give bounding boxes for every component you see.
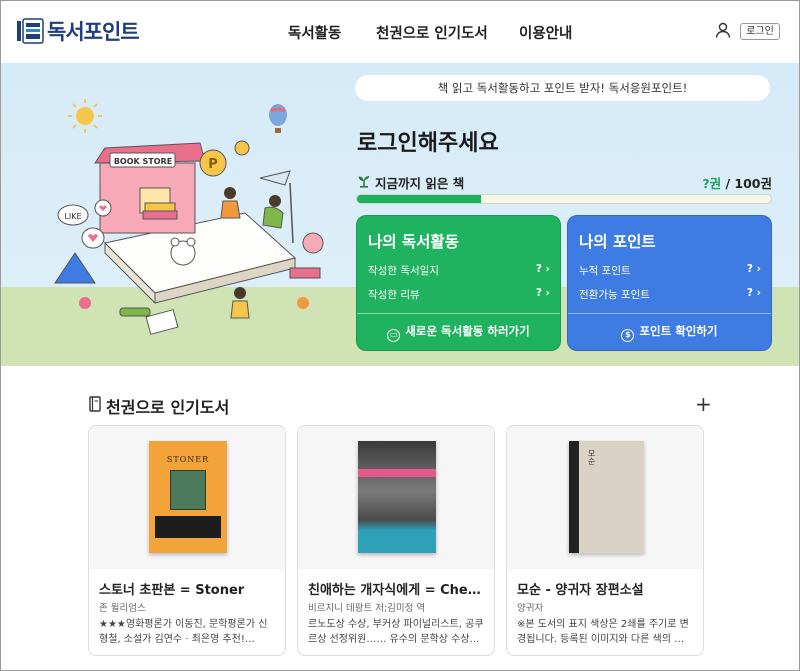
check-points-label: 포인트 확인하기 xyxy=(639,324,718,338)
book-title: 친애하는 개자식에게 = Che… xyxy=(308,583,481,598)
book-description: 르노도상 수상, 부커상 파이널리스트, 공쿠르상 선정위원…… 유수의 문학상… xyxy=(308,619,484,645)
book-open-icon: ▭ xyxy=(387,329,401,342)
login-button[interactable]: 로그인 xyxy=(740,23,780,40)
books-read-row: 지금까지 읽은 책 ?권 / 100권 xyxy=(357,173,772,191)
cover-spine xyxy=(569,441,579,553)
points-accumulated-label: 누적 포인트 xyxy=(579,265,631,277)
chevron-right-icon: › xyxy=(545,263,550,275)
book-cover-title: STONER xyxy=(166,455,210,464)
activity-review-label: 작성한 리뷰 xyxy=(368,289,420,301)
user-icon[interactable] xyxy=(715,22,731,38)
site-logo[interactable]: 독서포인트 xyxy=(16,17,140,45)
points-accumulated-row[interactable]: 누적 포인트 ? › xyxy=(579,263,761,278)
book-icon xyxy=(89,396,101,412)
logo-text: 독서포인트 xyxy=(47,20,140,44)
my-points-title: 나의 포인트 xyxy=(579,233,656,251)
activity-journal-value: ? xyxy=(535,263,543,275)
login-prompt-title[interactable]: 로그인해주세요 xyxy=(357,125,499,157)
illustration-like-bubble: LIKE xyxy=(64,212,81,221)
promo-banner: 책 읽고 독서활동하고 포인트 받자! 독서응원포인트! xyxy=(355,75,770,101)
card-divider xyxy=(357,313,560,314)
illustration-bookstore-sign: BOOK STORE xyxy=(114,157,172,166)
sprout-icon xyxy=(358,176,370,188)
book-title: 스토너 초판본 = Stoner xyxy=(99,583,245,598)
activity-journal-row[interactable]: 작성한 독서일지 ? › xyxy=(368,263,550,278)
book-cover-area xyxy=(298,426,494,569)
book-cover-area: 모순 xyxy=(507,426,703,569)
points-convertible-label: 전환가능 포인트 xyxy=(579,289,650,301)
main-nav: 독서활동 천권으로 인기도서 이용안내 xyxy=(288,22,572,43)
books-read-value: ?권 xyxy=(702,176,722,191)
progress-fill xyxy=(357,195,482,203)
new-activity-label: 새로운 독서활동 하러가기 xyxy=(405,324,530,338)
my-points-card: 나의 포인트 누적 포인트 ? › 전환가능 포인트 ? › $ 포인트 확인하기 xyxy=(567,215,772,351)
cover-pink-band xyxy=(358,469,436,477)
my-activity-card: 나의 독서활동 작성한 독서일지 ? › 작성한 리뷰 ? › ▭ 새로운 독서활… xyxy=(356,215,561,351)
book-title: 모순 - 양귀자 장편소설 xyxy=(517,583,644,598)
chevron-right-icon: › xyxy=(545,287,550,299)
nav-guide[interactable]: 이용안내 xyxy=(519,22,572,43)
nav-popular-books[interactable]: 천권으로 인기도서 xyxy=(376,22,519,43)
my-activity-title: 나의 독서활동 xyxy=(368,233,459,251)
book-cover-image: STONER xyxy=(149,441,227,553)
activity-journal-label: 작성한 독서일지 xyxy=(368,265,439,277)
popular-books-title-text: 천권으로 인기도서 xyxy=(106,398,230,417)
book-cover-area: STONER xyxy=(89,426,285,569)
svg-text:P: P xyxy=(208,157,218,172)
nav-reading-activity[interactable]: 독서활동 xyxy=(288,22,376,43)
logo-book-icon xyxy=(17,18,44,44)
book-cover-image xyxy=(358,441,436,553)
book-author: 존 윌리엄스 xyxy=(99,603,146,614)
new-activity-button[interactable]: ▭ 새로운 독서활동 하러가기 xyxy=(357,323,560,342)
points-convertible-row[interactable]: 전환가능 포인트 ? › xyxy=(579,287,761,302)
chevron-right-icon: › xyxy=(756,263,761,275)
book-card[interactable]: 모순 모순 - 양귀자 장편소설 양귀자 ※본 도서의 표지 색상은 2쇄를 주… xyxy=(506,425,704,656)
book-author: 양귀자 xyxy=(517,603,544,614)
card-divider xyxy=(568,313,771,314)
check-points-button[interactable]: $ 포인트 확인하기 xyxy=(568,323,771,342)
book-description: ※본 도서의 표지 색상은 2쇄를 주기로 변경됩니다. 등록된 이미지와 다른… xyxy=(517,619,689,645)
cover-photo-grid xyxy=(170,470,206,510)
popular-books-title: 천권으로 인기도서 xyxy=(106,394,229,418)
coin-icon: $ xyxy=(621,329,635,342)
cover-text-block xyxy=(155,516,221,538)
book-card[interactable]: 친애하는 개자식에게 = Che… 비르지니 데팡트 저;김미정 역 르노도상 … xyxy=(297,425,495,656)
chevron-right-icon: › xyxy=(756,287,761,299)
books-read-label: 지금까지 읽은 책 xyxy=(375,176,465,191)
site-header: 독서포인트 독서활동 천권으로 인기도서 이용안내 로그인 xyxy=(0,0,800,63)
hero-section: BOOK STORE P LIKE 책 읽고 독서활동하고 포인트 받자! 독서… xyxy=(0,63,800,366)
book-cover-image: 모순 xyxy=(569,441,644,553)
books-read-count: ?권 / 100권 xyxy=(702,173,772,192)
book-cover-title: 모순 xyxy=(587,449,596,465)
book-author: 비르지니 데팡트 저;김미정 역 xyxy=(308,603,426,614)
points-convertible-value: ? xyxy=(746,287,754,299)
bookstore-illustration: BOOK STORE P LIKE xyxy=(54,99,324,335)
more-plus-icon[interactable]: + xyxy=(695,392,712,416)
books-read-total: / 100권 xyxy=(721,176,772,191)
book-description: ★★★영화평론가 이동진, 문학평론가 신형철, 소설가 김연수 · 최은영 추… xyxy=(99,619,268,645)
activity-review-row[interactable]: 작성한 리뷰 ? › xyxy=(368,287,550,302)
books-read-progress xyxy=(356,194,772,204)
activity-review-value: ? xyxy=(535,287,543,299)
book-card[interactable]: STONER 스토너 초판본 = Stoner 존 윌리엄스 ★★★영화평론가 … xyxy=(88,425,286,656)
points-accumulated-value: ? xyxy=(746,263,754,275)
